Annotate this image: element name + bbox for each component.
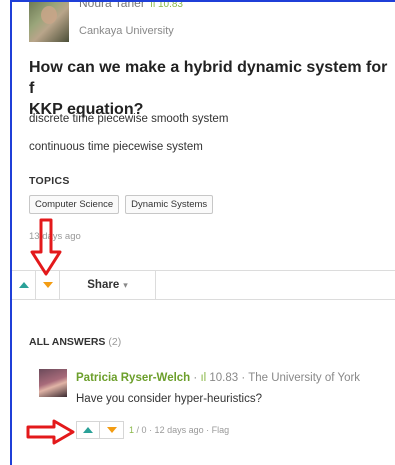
answer-downvote-button[interactable] (100, 421, 124, 439)
rg-score-icon: ıl (200, 372, 207, 384)
question-title[interactable]: How can we make a hybrid dynamic system … (29, 57, 395, 120)
author-score: ıl 10.83 (150, 0, 183, 10)
answer-header: Patricia Ryser-Welch · ıl 10.83 · The Un… (76, 372, 360, 384)
upvote-arrow-icon (83, 427, 93, 433)
downvote-arrow-icon (106, 427, 117, 433)
topics-heading: TOPICS (29, 175, 70, 187)
question-action-bar: Share ▾ (12, 270, 395, 300)
upvote-arrow-icon (18, 282, 29, 288)
all-answers-heading: ALL ANSWERS (2) (29, 336, 121, 348)
answer-text: Have you consider hyper-heuristics? (76, 393, 263, 405)
author-name-link[interactable]: Noura Taher (79, 2, 145, 10)
question-author: Noura Taher ıl 10.83 Cankaya University (29, 2, 389, 48)
page-frame: Noura Taher ıl 10.83 Cankaya University … (10, 0, 395, 465)
author-institution[interactable]: Cankaya University (79, 25, 174, 37)
topic-tag-dynamic-systems[interactable]: Dynamic Systems (125, 195, 214, 214)
question-body-line-1: discrete time piecewise smooth system (29, 113, 229, 125)
annotation-arrow-down-icon (30, 218, 62, 276)
answer-action-bar: 1 / 0 · 12 days ago · Flag (76, 420, 229, 440)
all-answers-label: ALL ANSWERS (29, 336, 106, 348)
chevron-down-icon: ▾ (123, 279, 128, 290)
answer-upvote-button[interactable] (76, 421, 100, 439)
topic-tags: Computer Science Dynamic Systems (29, 195, 214, 214)
answer-author-institution[interactable]: The University of York (248, 372, 360, 384)
author-avatar[interactable] (29, 2, 69, 42)
answer-author-name[interactable]: Patricia Ryser-Welch (76, 372, 190, 384)
answers-count: (2) (108, 336, 122, 348)
author-name[interactable]: Noura Taher ıl 10.83 (79, 0, 183, 10)
downvote-arrow-icon (42, 282, 53, 288)
answer-vote-total: / 0 (136, 425, 147, 435)
annotation-arrow-right-icon (26, 419, 75, 445)
answer-meta[interactable]: · 12 days ago · Flag (149, 425, 229, 435)
topic-tag-computer-science[interactable]: Computer Science (29, 195, 120, 214)
share-button[interactable]: Share ▾ (60, 271, 156, 299)
answer-author-score: 10.83 (209, 372, 239, 384)
answer-vote-count: 1 (129, 425, 135, 435)
answer-stats: 1 / 0 · 12 days ago · Flag (129, 425, 229, 435)
author-score-value: 10.83 (157, 0, 183, 10)
answer-author-avatar[interactable] (39, 369, 67, 397)
answer-author-meta: · ıl 10.83 · The University of York (193, 372, 361, 384)
question-body-line-2: continuous time piecewise system (29, 141, 203, 153)
share-label: Share (87, 279, 120, 291)
